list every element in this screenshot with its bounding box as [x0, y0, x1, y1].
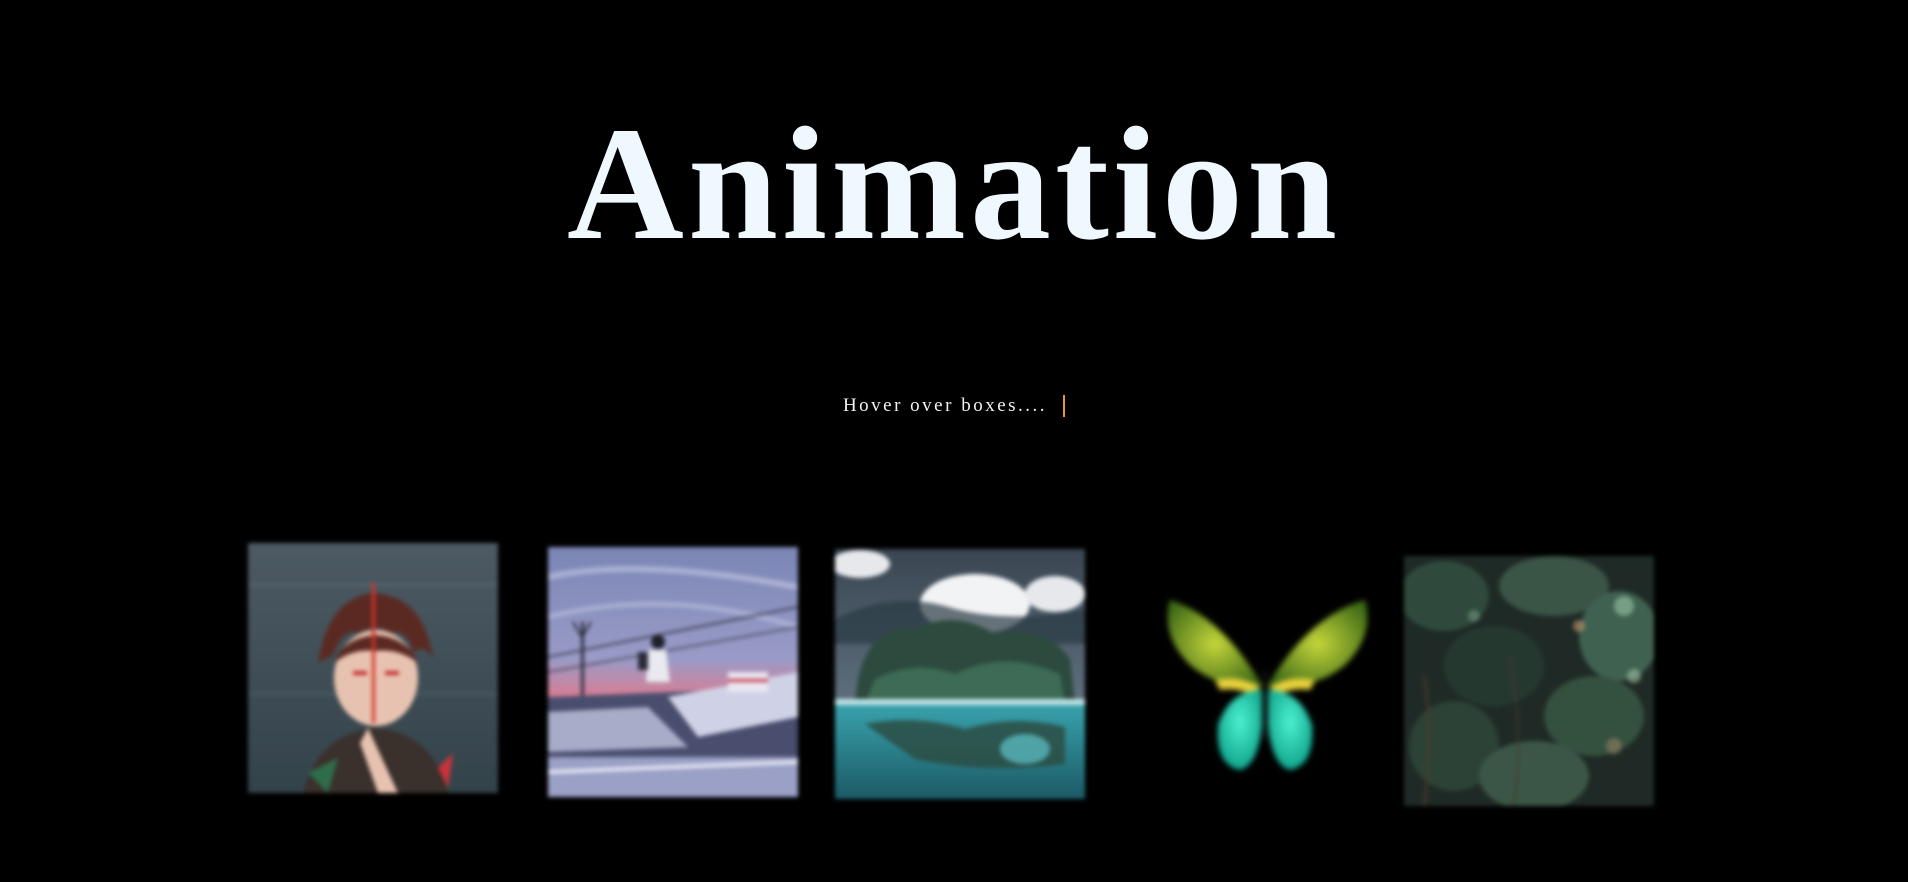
- gallery-box-forest-foliage[interactable]: [1404, 556, 1654, 806]
- subtitle-row: Hover over boxes....: [0, 394, 1908, 417]
- typing-cursor: [1063, 394, 1066, 417]
- page-title: Animation: [566, 95, 1342, 274]
- gallery-box-rooftop-sunset[interactable]: [548, 547, 798, 797]
- gallery-box-island-lake[interactable]: [835, 549, 1085, 799]
- rooftop-sunset-image: [548, 547, 798, 797]
- butterfly-image: [1140, 575, 1390, 795]
- gallery-box-anime-portrait[interactable]: [248, 543, 498, 793]
- forest-foliage-image: [1404, 556, 1654, 806]
- island-lake-image: [835, 549, 1085, 799]
- gallery-box-butterfly[interactable]: [1140, 575, 1390, 795]
- anime-portrait-image: [248, 543, 498, 793]
- subtitle-text: Hover over boxes....: [842, 394, 1048, 416]
